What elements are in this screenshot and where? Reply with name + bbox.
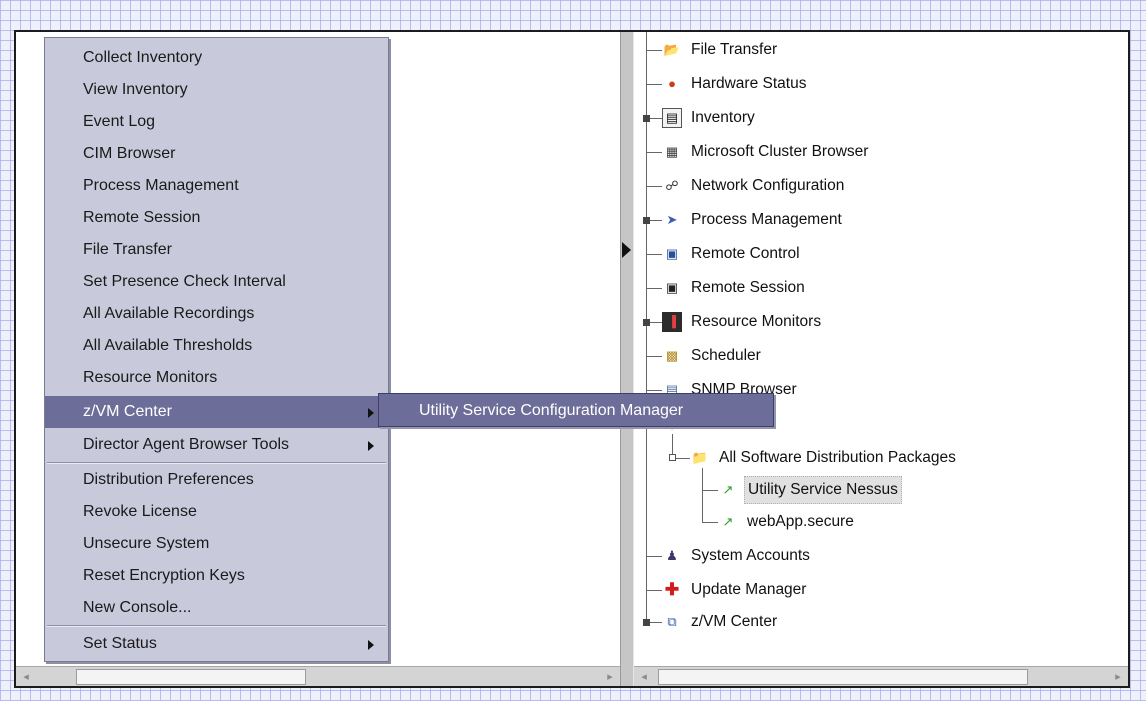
package-icon: ↗ <box>722 482 734 497</box>
menu-item-all-available-thresholds[interactable]: All Available Thresholds <box>45 330 388 362</box>
menu-item-new-console[interactable]: New Console... <box>45 592 388 624</box>
tree-node-file-transfer[interactable]: 📂 File Transfer <box>662 37 780 63</box>
menu-item-set-status[interactable]: Set Status <box>45 628 388 660</box>
menu-item-event-log[interactable]: Event Log <box>45 106 388 138</box>
submenu-arrow-icon <box>368 441 374 451</box>
inventory-icon: ▤ <box>662 108 682 128</box>
remote-control-icon: ▣ <box>665 246 679 261</box>
remote-session-icon: ▣ <box>665 280 679 295</box>
expand-zvm-center-icon[interactable] <box>643 619 650 626</box>
collapse-arrow-icon[interactable] <box>622 242 631 258</box>
menu-item-all-available-recordings[interactable]: All Available Recordings <box>45 298 388 330</box>
zvm-icon: ⧉ <box>667 614 677 629</box>
right-pane: 📂 File Transfer ● Hardware Status ▤ Inve… <box>634 32 1128 686</box>
scroll-right-icon[interactable]: ▸ <box>600 667 620 686</box>
task-tree: 📂 File Transfer ● Hardware Status ▤ Inve… <box>634 32 1128 662</box>
tree-node-webapp-secure[interactable]: ↗ webApp.secure <box>718 509 857 535</box>
menu-item-distribution-preferences[interactable]: Distribution Preferences <box>45 464 388 496</box>
scroll-left-icon[interactable]: ◂ <box>16 667 36 686</box>
tree-node-inventory[interactable]: ▤ Inventory <box>662 105 758 131</box>
accounts-icon: ♟ <box>666 548 678 563</box>
menu-item-collect-inventory[interactable]: Collect Inventory <box>45 42 388 74</box>
submenu-arrow-icon <box>368 408 374 418</box>
pane-splitter[interactable] <box>620 32 634 686</box>
cluster-icon: ▦ <box>665 144 679 159</box>
hardware-status-icon: ● <box>668 76 676 91</box>
left-horizontal-scrollbar[interactable]: ◂ ▸ <box>16 666 620 686</box>
zvm-center-submenu: Utility Service Configuration Manager <box>378 393 774 427</box>
expand-inventory-icon[interactable] <box>643 115 650 122</box>
tree-node-zvm-center[interactable]: ⧉ z/VM Center <box>662 609 780 635</box>
menu-item-resource-monitors[interactable]: Resource Monitors <box>45 362 388 394</box>
tree-node-update-manager[interactable]: ✚ Update Manager <box>662 577 809 603</box>
expand-process-management-icon[interactable] <box>643 217 650 224</box>
menu-item-label: z/VM Center <box>83 403 172 420</box>
update-manager-icon: ✚ <box>664 580 680 599</box>
menu-item-file-transfer[interactable]: File Transfer <box>45 234 388 266</box>
resource-monitor-icon: ▐ <box>662 312 682 332</box>
tree-node-all-software-distribution-packages[interactable]: 📁 All Software Distribution Packages <box>690 445 959 471</box>
menu-item-reset-encryption-keys[interactable]: Reset Encryption Keys <box>45 560 388 592</box>
menu-item-revoke-license[interactable]: Revoke License <box>45 496 388 528</box>
tree-node-system-accounts[interactable]: ♟ System Accounts <box>662 543 813 569</box>
tree-node-scheduler[interactable]: ▩ Scheduler <box>662 343 764 369</box>
collapse-packages-icon[interactable] <box>669 454 676 461</box>
process-icon: ➤ <box>666 212 678 227</box>
menu-item-zvm-center[interactable]: z/VM Center <box>45 396 388 428</box>
tree-node-resource-monitors[interactable]: ▐ Resource Monitors <box>662 309 824 335</box>
submenu-arrow-icon <box>368 640 374 650</box>
right-horizontal-scrollbar[interactable]: ◂ ▸ <box>634 666 1128 686</box>
folder-transfer-icon: 📂 <box>663 42 681 57</box>
menu-separator <box>47 625 386 627</box>
menu-item-remote-session[interactable]: Remote Session <box>45 202 388 234</box>
context-menu: Collect Inventory View Inventory Event L… <box>44 37 389 662</box>
menu-item-cim-browser[interactable]: CIM Browser <box>45 138 388 170</box>
tree-node-remote-control[interactable]: ▣ Remote Control <box>662 241 803 267</box>
scroll-left-icon[interactable]: ◂ <box>634 667 654 686</box>
tree-node-microsoft-cluster-browser[interactable]: ▦ Microsoft Cluster Browser <box>662 139 871 165</box>
tree-node-utility-service-nessus[interactable]: ↗ Utility Service Nessus <box>718 476 902 504</box>
package-icon: ↗ <box>722 514 734 529</box>
tree-node-hardware-status[interactable]: ● Hardware Status <box>662 71 809 97</box>
scrollbar-thumb[interactable] <box>76 669 306 685</box>
scheduler-icon: ▩ <box>665 348 679 363</box>
menu-item-director-agent-browser-tools[interactable]: Director Agent Browser Tools <box>45 429 388 461</box>
tree-node-process-management[interactable]: ➤ Process Management <box>662 207 845 233</box>
tree-node-remote-session[interactable]: ▣ Remote Session <box>662 275 808 301</box>
menu-item-label: Director Agent Browser Tools <box>83 436 290 453</box>
menu-item-process-management[interactable]: Process Management <box>45 170 388 202</box>
menu-item-unsecure-system[interactable]: Unsecure System <box>45 528 388 560</box>
expand-resource-monitors-icon[interactable] <box>643 319 650 326</box>
tree-node-network-configuration[interactable]: ☍ Network Configuration <box>662 173 847 199</box>
menu-item-view-inventory[interactable]: View Inventory <box>45 74 388 106</box>
scrollbar-thumb[interactable] <box>658 669 1028 685</box>
menu-item-utility-service-configuration-manager[interactable]: Utility Service Configuration Manager <box>379 394 773 426</box>
scroll-right-icon[interactable]: ▸ <box>1108 667 1128 686</box>
menu-item-set-presence-check-interval[interactable]: Set Presence Check Interval <box>45 266 388 298</box>
menu-item-label: Set Status <box>83 635 157 652</box>
network-icon: ☍ <box>665 178 679 193</box>
packages-folder-icon: 📁 <box>691 450 709 465</box>
